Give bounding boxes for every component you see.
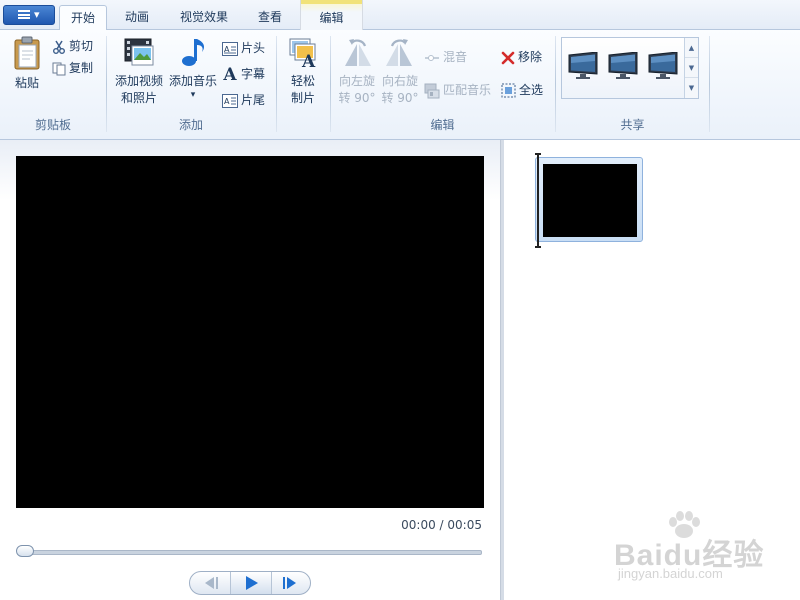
add-videos-line1: 添加视频	[114, 74, 163, 88]
rotate-left-icon	[345, 39, 371, 66]
paste-button[interactable]: 粘贴	[8, 36, 46, 92]
rotate-right-icon	[386, 39, 412, 66]
title-label: 片头	[241, 41, 266, 55]
film-photo-icon	[124, 38, 154, 66]
paste-label: 粘贴	[14, 76, 39, 90]
play-icon	[246, 576, 258, 590]
seek-thumb[interactable]	[16, 545, 34, 557]
add-videos-photos-button[interactable]: 添加视频 和照片	[111, 36, 167, 107]
tab-animations[interactable]: 动画	[112, 5, 162, 30]
rotate-right-line2: 转 90°	[381, 91, 419, 105]
fit-to-music-button[interactable]: 匹配音乐	[424, 80, 491, 100]
automovie-icon: A	[289, 38, 316, 72]
rotate-right-button[interactable]: 向右旋 转 90°	[378, 36, 422, 107]
clip-thumbnail	[543, 164, 637, 237]
remove-label: 移除	[518, 50, 543, 64]
add-music-button[interactable]: 添加音乐 ▾	[167, 36, 219, 100]
monitor-icon[interactable]	[567, 52, 599, 80]
app-menu-button[interactable]: ▾	[3, 5, 55, 25]
seek-bar[interactable]	[17, 550, 482, 555]
svg-text:A: A	[301, 52, 316, 68]
credits-icon: A	[222, 93, 238, 108]
gallery-expand-icon[interactable]: ▼	[685, 78, 698, 98]
select-all-icon	[501, 83, 516, 98]
editing-group: 向左旋 转 90° 向右旋 转 90° 混音 匹配音乐 移除 全选 编辑	[331, 30, 554, 138]
select-all-button[interactable]: 全选	[501, 80, 543, 100]
app-menu-arrow: ▾	[33, 8, 40, 21]
remove-button[interactable]: 移除	[501, 47, 542, 67]
automovie-line2: 制片	[290, 91, 315, 105]
gallery-scroll-up-icon[interactable]: ▲	[685, 38, 698, 58]
watermark: Baidu经验 jingyan.baidu.com	[606, 508, 796, 588]
cut-label: 剪切	[69, 39, 94, 53]
tab-view[interactable]: 查看	[246, 5, 294, 30]
copy-button[interactable]: 复制	[52, 58, 93, 78]
rotate-left-line1: 向左旋	[338, 74, 375, 88]
automovie-line1: 轻松	[290, 74, 315, 88]
svg-text:A: A	[224, 97, 230, 106]
mix-button[interactable]: 混音	[424, 47, 467, 67]
title-icon: A	[222, 41, 238, 56]
mix-label: 混音	[443, 50, 468, 64]
credits-button[interactable]: A 片尾	[222, 90, 265, 110]
tab-visual-effects[interactable]: 视觉效果	[168, 5, 240, 30]
playback-time: 00:00 / 00:05	[401, 518, 482, 532]
share-gallery: ▲ ▼ ▼	[561, 37, 699, 99]
caption-icon: A	[223, 64, 237, 85]
add-group-label: 添加	[178, 118, 203, 132]
add-music-dropdown-arrow[interactable]: ▾	[167, 90, 219, 100]
video-preview[interactable]	[16, 156, 484, 508]
audio-mix-icon	[425, 54, 439, 61]
automovie-button[interactable]: A 轻松 制片	[283, 36, 323, 107]
clipboard-group-label: 剪贴板	[34, 118, 71, 132]
title-button[interactable]: A 片头	[222, 38, 265, 58]
group-separator	[709, 36, 710, 132]
ribbon-tab-bar: ▾ 开始 动画 视觉效果 查看 编辑	[0, 0, 800, 31]
clipboard-group: 粘贴 剪切 复制 剪贴板	[0, 30, 106, 138]
fit-music-icon	[424, 83, 440, 98]
credits-label: 片尾	[241, 93, 266, 107]
gallery-scroll: ▲ ▼ ▼	[684, 38, 698, 98]
watermark-url: jingyan.baidu.com	[618, 566, 723, 581]
rotate-left-button[interactable]: 向左旋 转 90°	[335, 36, 379, 107]
rotate-right-line1: 向右旋	[381, 74, 418, 88]
playback-controls	[189, 571, 311, 595]
share-group-label: 共享	[620, 118, 645, 132]
rotate-left-line2: 转 90°	[338, 91, 376, 105]
tab-home[interactable]: 开始	[59, 5, 107, 31]
monitor-icon[interactable]	[607, 52, 639, 80]
play-button[interactable]	[230, 572, 272, 594]
automovie-group: A 轻松 制片	[277, 30, 329, 138]
copy-icon	[52, 62, 66, 75]
gallery-scroll-down-icon[interactable]: ▼	[685, 58, 698, 78]
fit-music-label: 匹配音乐	[443, 83, 492, 97]
caption-button[interactable]: A 字幕	[222, 64, 266, 85]
editing-group-label: 编辑	[430, 118, 455, 132]
menu-icon	[18, 10, 31, 19]
preview-pane: 00:00 / 00:05	[0, 140, 500, 600]
storyboard-playhead[interactable]	[535, 153, 541, 248]
scissors-icon	[53, 40, 65, 54]
caption-label: 字幕	[241, 67, 266, 81]
clipboard-icon	[14, 36, 40, 70]
add-music-label: 添加音乐	[168, 74, 217, 88]
ribbon: 粘贴 剪切 复制 剪贴板 添加视频 和照片 添加音乐 ▾ A 片头 A 字幕 A…	[0, 30, 800, 140]
add-group: 添加视频 和照片 添加音乐 ▾ A 片头 A 字幕 A 片尾 添加	[107, 30, 275, 138]
tab-edit[interactable]: 编辑	[300, 0, 363, 30]
music-note-icon	[182, 39, 205, 66]
remove-x-icon	[501, 51, 515, 64]
next-frame-icon	[283, 577, 296, 589]
monitor-icon[interactable]	[647, 52, 679, 80]
previous-frame-button[interactable]	[190, 572, 230, 594]
previous-frame-icon	[205, 577, 218, 589]
storyboard-clip[interactable]	[535, 157, 643, 242]
add-videos-line2: 和照片	[120, 91, 157, 105]
next-frame-button[interactable]	[271, 572, 311, 594]
select-all-label: 全选	[519, 83, 544, 97]
copy-label: 复制	[69, 61, 94, 75]
cut-button[interactable]: 剪切	[52, 36, 93, 56]
